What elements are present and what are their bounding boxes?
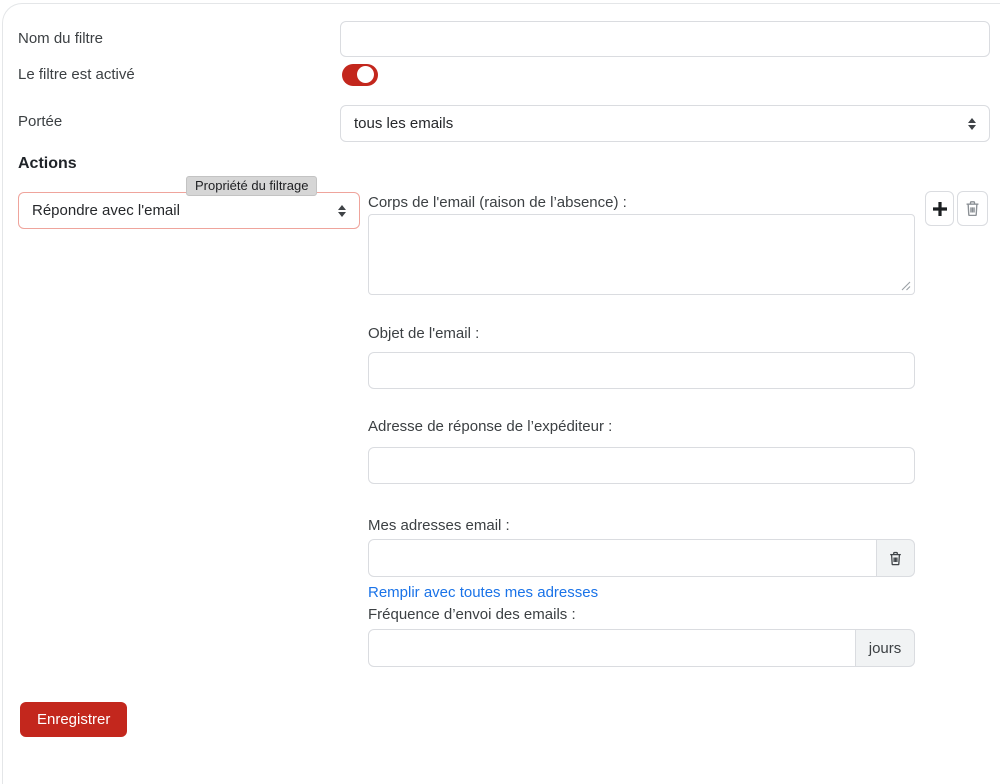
action-type-select[interactable]: Répondre avec l'email — [18, 192, 360, 229]
actions-heading: Actions — [18, 155, 77, 173]
email-subject-label: Objet de l'email : — [368, 325, 479, 343]
fill-addresses-link[interactable]: Remplir avec toutes mes adresses — [368, 584, 598, 601]
scope-label: Portée — [18, 113, 62, 131]
save-button[interactable]: Enregistrer — [20, 702, 127, 737]
frequency-label: Fréquence d’envoi des emails : — [368, 606, 576, 624]
filter-enabled-label: Le filtre est activé — [18, 66, 135, 84]
my-addresses-input[interactable] — [368, 539, 877, 577]
plus-icon — [930, 199, 950, 219]
add-action-button[interactable] — [925, 191, 954, 226]
frequency-input[interactable] — [368, 629, 856, 667]
filter-property-tooltip: Propriété du filtrage — [186, 176, 317, 196]
action-type-select-value: Répondre avec l'email — [32, 202, 180, 219]
my-addresses-group — [368, 539, 915, 577]
resize-handle-icon[interactable] — [901, 281, 911, 291]
toggle-knob — [357, 66, 374, 83]
frequency-unit-addon: jours — [855, 629, 915, 667]
trash-icon — [963, 199, 982, 218]
email-body-textarea[interactable] — [368, 214, 915, 295]
scope-select[interactable]: tous les emails — [340, 105, 990, 142]
filter-name-label: Nom du filtre — [18, 30, 103, 48]
filter-enabled-toggle[interactable] — [342, 64, 378, 86]
email-subject-input[interactable] — [368, 352, 915, 389]
scope-select-value: tous les emails — [354, 115, 453, 132]
reply-address-label: Adresse de réponse de l’expéditeur : — [368, 418, 612, 436]
delete-address-button[interactable] — [876, 539, 915, 577]
delete-action-button[interactable] — [957, 191, 988, 226]
up-down-arrows-icon — [338, 205, 346, 217]
my-addresses-label: Mes adresses email : — [368, 517, 510, 535]
email-body-label: Corps de l'email (raison de l’absence) : — [368, 194, 627, 212]
reply-address-input[interactable] — [368, 447, 915, 484]
up-down-arrows-icon — [968, 118, 976, 130]
filter-name-input[interactable] — [340, 21, 990, 57]
frequency-group: jours — [368, 629, 915, 667]
trash-icon — [887, 550, 904, 567]
